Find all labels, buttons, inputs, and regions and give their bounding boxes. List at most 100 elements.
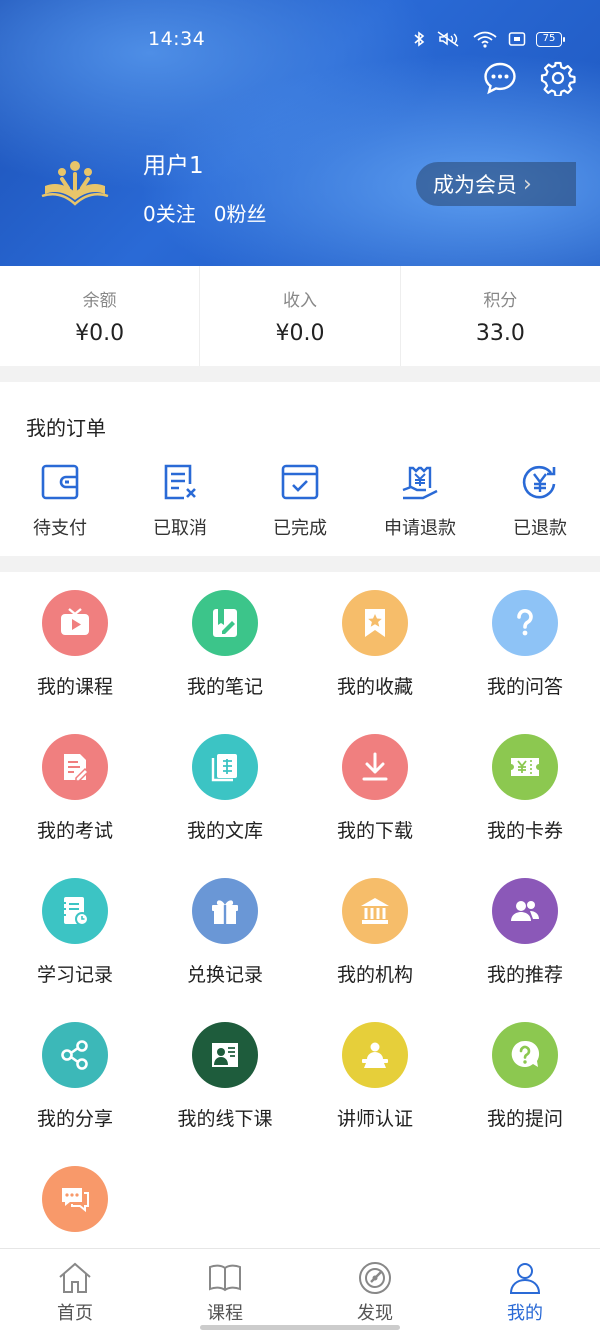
tab-label: 首页 (57, 1303, 93, 1324)
order-label: 待支付 (33, 518, 87, 539)
grid-label: 我的课程 (36, 676, 113, 698)
battery-level: 75 (542, 32, 556, 44)
order-refund-request[interactable]: 申请退款 (360, 462, 480, 540)
grid-item-my-referrals[interactable]: 我的推荐 (450, 878, 600, 987)
grid-label: 我的推荐 (486, 964, 563, 986)
exam-paper-icon (42, 734, 108, 800)
grid-item-my-institution[interactable]: 我的机构 (300, 878, 450, 987)
grid-item-my-questions[interactable]: 我的提问 (450, 1022, 600, 1131)
become-member-label: 成为会员 (433, 173, 517, 197)
section-divider (0, 366, 600, 382)
question-icon (492, 590, 558, 656)
offline-class-icon (192, 1022, 258, 1088)
stat-label: 余额 (82, 291, 117, 311)
grid-item-study-records[interactable]: 学习记录 (0, 878, 150, 987)
grid-item-my-offline-classes[interactable]: 我的线下课 (150, 1022, 300, 1131)
notebook-pen-icon (192, 590, 258, 656)
grid-item-my-exams[interactable]: 我的考试 (0, 734, 150, 843)
grid-label: 我的分享 (36, 1108, 113, 1130)
grid-label: 我的问答 (486, 676, 563, 698)
stat-points[interactable]: 积分 33.0 (401, 266, 600, 366)
grid-label: 我的卡券 (486, 820, 563, 842)
download-icon (342, 734, 408, 800)
library-book-icon (192, 734, 258, 800)
stat-label: 积分 (483, 291, 518, 311)
order-pending-payment[interactable]: 待支付 (0, 462, 120, 540)
stat-income[interactable]: 收入 ¥0.0 (200, 266, 401, 366)
order-label: 已完成 (273, 518, 327, 539)
tab-label: 课程 (207, 1303, 243, 1324)
status-time: 14:34 (148, 28, 206, 50)
grid-label: 我的提问 (486, 1108, 563, 1130)
wifi-icon (473, 31, 497, 48)
stat-balance[interactable]: 余额 ¥0.0 (0, 266, 201, 366)
discover-icon (359, 1262, 391, 1294)
grid-label: 讲师认证 (336, 1108, 413, 1130)
grid-item-my-library[interactable]: 我的文库 (150, 734, 300, 843)
avatar[interactable] (40, 152, 110, 212)
tab-discover[interactable]: 发现 (300, 1249, 450, 1333)
grid-label: 学习记录 (36, 964, 113, 986)
ask-question-icon (492, 1022, 558, 1088)
tab-label: 我的 (507, 1303, 543, 1324)
grid-item-my-coupons[interactable]: 我的卡券 (450, 734, 600, 843)
gear-icon (540, 61, 576, 98)
grid-item-lecturer-certification[interactable]: 讲师认证 (300, 1022, 450, 1131)
following-count[interactable]: 0关注 (143, 198, 196, 227)
tab-home[interactable]: 首页 (0, 1249, 150, 1333)
order-label: 已取消 (153, 518, 207, 539)
grid-item-exchange-records[interactable]: 兑换记录 (150, 878, 300, 987)
grid-item-my-downloads[interactable]: 我的下载 (300, 734, 450, 843)
refund-request-icon (402, 466, 438, 500)
order-label: 申请退款 (384, 518, 456, 539)
cancelled-doc-icon (164, 464, 196, 500)
tab-label: 发现 (357, 1303, 393, 1324)
open-book-logo-icon (41, 161, 109, 206)
stat-label: 收入 (282, 291, 317, 311)
grid-item-my-notes[interactable]: 我的笔记 (150, 590, 300, 699)
battery-icon: 75 (536, 31, 565, 47)
order-completed[interactable]: 已完成 (240, 462, 360, 540)
lecturer-icon (342, 1022, 408, 1088)
grid-label: 我的下载 (336, 820, 413, 842)
section-divider (0, 556, 600, 572)
wallet-stats: 余额 ¥0.0 收入 ¥0.0 积分 33.0 (0, 266, 600, 366)
grid-item-messages[interactable] (0, 1166, 150, 1248)
grid-label: 我的考试 (36, 820, 113, 842)
grid-label: 我的收藏 (336, 676, 413, 698)
stat-value: ¥0.0 (75, 321, 125, 346)
tab-courses[interactable]: 课程 (150, 1249, 300, 1333)
orders-title: 我的订单 (26, 416, 106, 440)
profile-icon (509, 1263, 541, 1294)
followers-count[interactable]: 0粉丝 (214, 198, 267, 227)
grid-label: 我的线下课 (177, 1108, 273, 1130)
grid-item-my-qa[interactable]: 我的问答 (450, 590, 600, 699)
grid-item-my-shares[interactable]: 我的分享 (0, 1022, 150, 1131)
book-icon (209, 1264, 241, 1292)
bottom-tab-bar: 首页 课程 发现 我的 (0, 1248, 600, 1333)
tab-profile[interactable]: 我的 (450, 1249, 600, 1333)
profile-page: 14:34 75 用户1 0关注 0粉丝 成为会员 › 余额 ¥0.0 收入 ¥… (0, 0, 600, 1333)
status-icons: 75 (412, 30, 565, 48)
chat-bubble-icon (484, 62, 516, 95)
stat-value: 33.0 (475, 321, 525, 346)
message-button[interactable] (482, 60, 518, 96)
coupon-icon (492, 734, 558, 800)
home-icon (59, 1262, 91, 1293)
completed-check-icon (281, 464, 319, 500)
order-cancelled[interactable]: 已取消 (120, 462, 240, 540)
mute-icon (437, 31, 459, 47)
stat-value: ¥0.0 (275, 321, 325, 346)
grid-item-my-favorites[interactable]: 我的收藏 (300, 590, 450, 699)
home-indicator[interactable] (200, 1325, 400, 1330)
settings-button[interactable] (540, 60, 576, 98)
order-refunded[interactable]: 已退款 (480, 462, 600, 540)
grid-label: 我的文库 (186, 820, 263, 842)
screen-icon (508, 32, 526, 46)
bookmark-star-icon (342, 590, 408, 656)
bluetooth-icon (414, 31, 425, 47)
grid-label: 我的笔记 (186, 676, 263, 698)
grid-item-my-courses[interactable]: 我的课程 (0, 590, 150, 699)
my-orders-section: 我的订单 待支付 已取消 已完成 申请退款 已退款 (0, 382, 600, 556)
become-member-button[interactable]: 成为会员 › (416, 162, 576, 206)
